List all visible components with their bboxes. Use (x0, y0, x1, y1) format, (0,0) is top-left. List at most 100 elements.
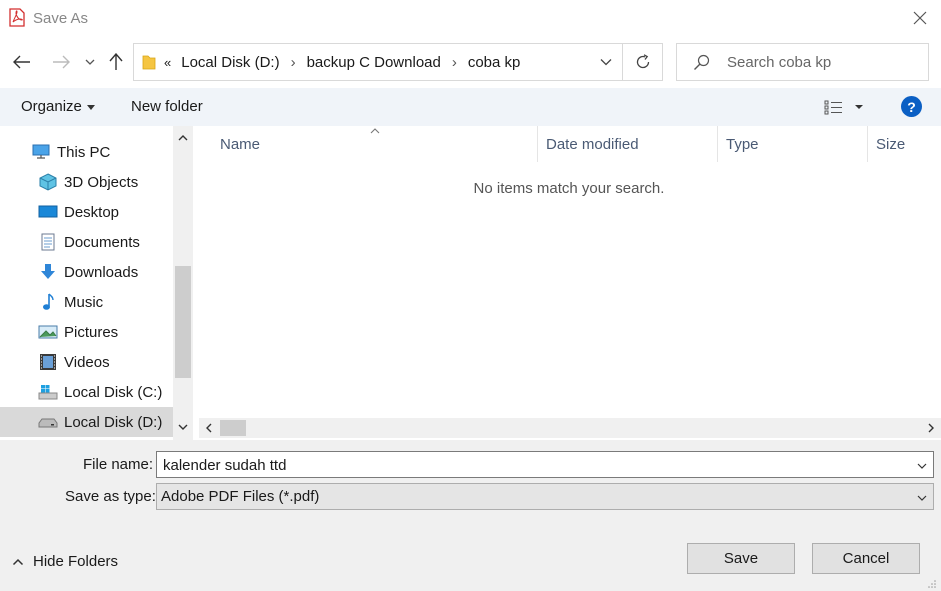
address-bar[interactable]: « Local Disk (D:) › backup C Download › … (133, 43, 663, 81)
scroll-right-arrow-icon[interactable] (925, 422, 937, 434)
sidebar-item-local-disk-d[interactable]: Local Disk (D:) (0, 407, 173, 437)
organize-button[interactable]: Organize (21, 98, 95, 115)
arrow-right-icon (53, 55, 70, 69)
file-list-pane: Name Date modified Type Size No items ma… (193, 126, 941, 440)
column-header-date-modified[interactable]: Date modified (546, 126, 639, 162)
desktop-icon (38, 203, 58, 221)
file-name-field[interactable] (156, 451, 934, 478)
command-bar: Organize New folder ? (0, 88, 941, 126)
sidebar-item-label: Documents (64, 233, 140, 251)
breadcrumb: « Local Disk (D:) › backup C Download › … (164, 44, 520, 80)
sidebar-scroll-thumb[interactable] (175, 266, 191, 378)
sidebar-item-label: Videos (64, 353, 110, 371)
navigation-bar: « Local Disk (D:) › backup C Download › … (0, 38, 941, 88)
sidebar-item-label: 3D Objects (64, 173, 139, 191)
search-box[interactable] (676, 43, 929, 81)
save-as-type-select[interactable]: Adobe PDF Files (*.pdf) (156, 483, 934, 510)
new-folder-button[interactable]: New folder (131, 98, 203, 115)
cube-icon (38, 173, 58, 191)
chevron-right-icon[interactable]: › (452, 54, 457, 71)
sidebar-item-videos[interactable]: Videos (0, 347, 173, 377)
chevron-right-icon[interactable]: › (291, 54, 296, 71)
scroll-left-arrow-icon[interactable] (203, 422, 215, 434)
drive-icon (38, 413, 58, 431)
title-bar: Save As (0, 0, 941, 38)
file-name-label: File name: (83, 456, 154, 473)
column-header-type[interactable]: Type (726, 126, 759, 162)
navigation-pane: This PC 3D Objects Desktop Documents Dow… (0, 126, 193, 440)
refresh-button[interactable] (622, 44, 662, 80)
scroll-down-arrow-icon[interactable] (177, 421, 189, 433)
change-view-button[interactable] (823, 98, 867, 118)
sidebar-scrollbar[interactable] (173, 126, 193, 440)
column-divider[interactable] (537, 126, 538, 162)
save-button[interactable]: Save (687, 543, 795, 574)
scroll-up-arrow-icon[interactable] (177, 132, 189, 144)
folder-icon (142, 55, 156, 70)
hide-folders-label: Hide Folders (33, 553, 119, 570)
organize-label: Organize (21, 98, 82, 115)
sidebar-item-downloads[interactable]: Downloads (0, 257, 173, 287)
sidebar-item-label: Downloads (64, 263, 139, 281)
pc-icon (31, 143, 51, 161)
chevron-up-icon (12, 558, 24, 565)
column-divider[interactable] (867, 126, 868, 162)
chevron-down-icon (600, 59, 612, 66)
arrow-up-icon (109, 53, 123, 70)
windows-drive-icon (38, 383, 58, 401)
cancel-button[interactable]: Cancel (812, 543, 920, 574)
empty-state-message: No items match your search. (473, 180, 665, 197)
pdf-app-icon (9, 8, 25, 27)
resize-grip-icon[interactable] (927, 579, 937, 589)
save-as-type-label: Save as type: (65, 488, 156, 505)
chevron-down-icon (917, 495, 927, 501)
back-button[interactable] (10, 50, 34, 74)
search-input[interactable] (727, 52, 922, 72)
sidebar-item-desktop[interactable]: Desktop (0, 197, 173, 227)
arrow-left-icon (13, 55, 30, 69)
file-name-input[interactable] (163, 456, 903, 474)
sidebar-item-pictures[interactable]: Pictures (0, 317, 173, 347)
save-form-panel: File name: Save as type: Adobe PDF Files… (0, 440, 941, 591)
download-arrow-icon (38, 263, 58, 281)
column-header-name[interactable]: Name (220, 126, 260, 162)
film-icon (38, 353, 58, 371)
caret-down-icon (86, 104, 95, 110)
up-button[interactable] (104, 50, 128, 74)
sidebar-item-this-pc[interactable]: This PC (0, 137, 173, 167)
details-view-icon (824, 100, 863, 115)
sidebar-item-label: Local Disk (D:) (64, 413, 163, 431)
help-button[interactable]: ? (901, 96, 922, 117)
sidebar-item-local-disk-c[interactable]: Local Disk (C:) (0, 377, 173, 407)
sidebar-item-3d-objects[interactable]: 3D Objects (0, 167, 173, 197)
sidebar-item-label: Pictures (64, 323, 119, 341)
column-header-size[interactable]: Size (876, 126, 905, 162)
horizontal-scrollbar[interactable] (199, 418, 941, 438)
hide-folders-toggle[interactable]: Hide Folders (12, 553, 118, 570)
breadcrumb-local-disk-d[interactable]: Local Disk (D:) (181, 54, 279, 71)
forward-button[interactable] (49, 50, 73, 74)
search-icon (694, 54, 710, 70)
music-note-icon (38, 293, 58, 311)
close-icon[interactable] (910, 8, 930, 28)
refresh-icon (636, 54, 649, 69)
documents-icon (38, 233, 58, 251)
breadcrumb-backup-c-download[interactable]: backup C Download (307, 54, 441, 71)
sidebar-item-label: Music (64, 293, 104, 311)
breadcrumb-overflow[interactable]: « (164, 55, 171, 70)
sidebar-item-label: Desktop (64, 203, 120, 221)
column-divider[interactable] (717, 126, 718, 162)
sidebar-item-documents[interactable]: Documents (0, 227, 173, 257)
sort-ascending-icon (370, 128, 380, 134)
recent-locations-button[interactable] (79, 50, 101, 74)
window-title: Save As (33, 10, 89, 27)
new-folder-label: New folder (131, 98, 203, 115)
pictures-icon (38, 323, 58, 341)
horizontal-scroll-thumb[interactable] (220, 420, 246, 436)
chevron-down-icon[interactable] (917, 461, 927, 471)
sidebar-item-label: This PC (57, 143, 111, 161)
chevron-down-icon (85, 59, 95, 65)
address-history-dropdown[interactable] (590, 44, 622, 80)
sidebar-item-music[interactable]: Music (0, 287, 173, 317)
breadcrumb-coba-kp[interactable]: coba kp (468, 54, 521, 71)
